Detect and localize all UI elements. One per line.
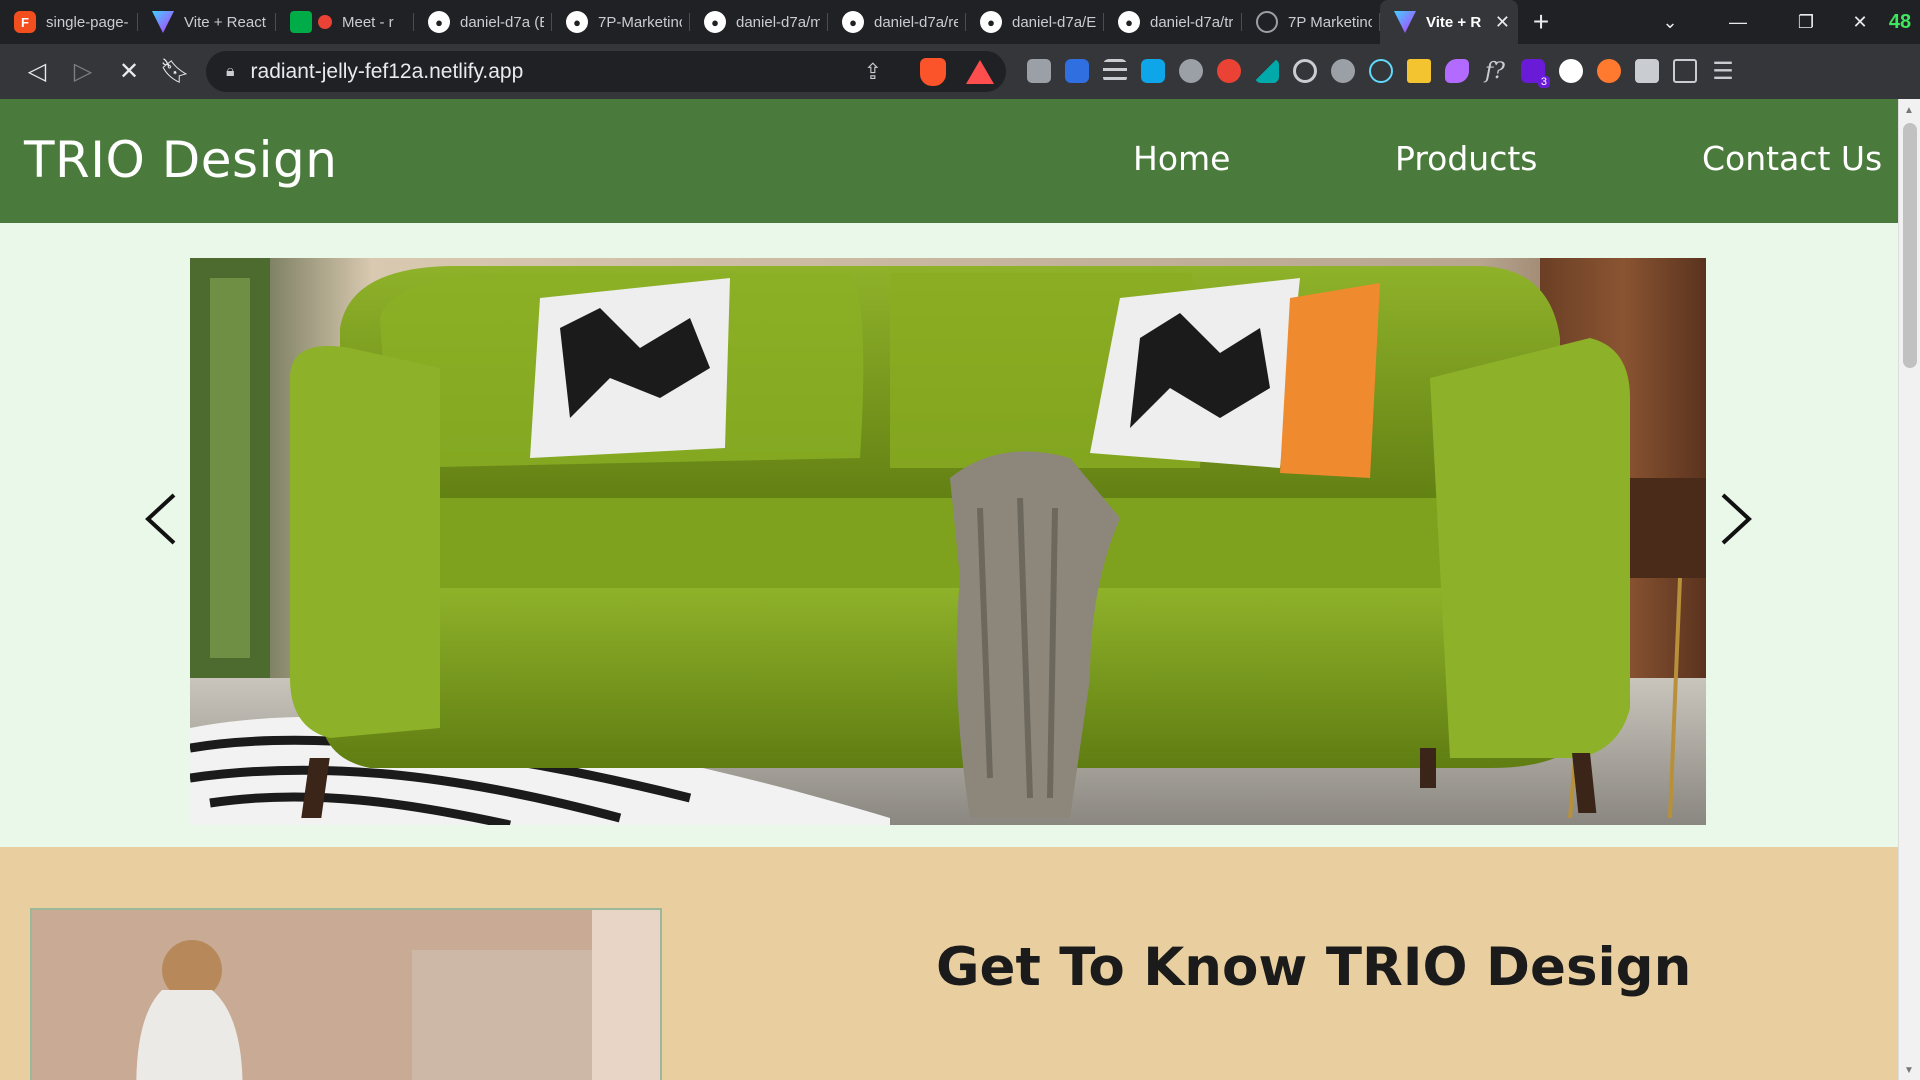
hero-carousel (0, 223, 1898, 847)
tab-title: 7P-Marketinc (598, 13, 682, 31)
eyedropper-icon[interactable] (1248, 52, 1286, 90)
tab-marketing[interactable]: 7P Marketinc (1242, 0, 1380, 44)
tab-title: Meet - r (342, 13, 394, 31)
nav-products[interactable]: Products (1395, 139, 1538, 178)
tab-title: Vite + React (184, 13, 266, 31)
sidebar-icon[interactable] (1666, 52, 1704, 90)
page-viewport: TRIO Design Home Products Contact Us Get… (0, 99, 1898, 1080)
extensions-bar: f? 3 ☰ (1020, 52, 1742, 90)
address-bar[interactable]: 🔒︎ radiant-jelly-fef12a.netlify.app ⇪ (206, 51, 1006, 92)
scroll-up-icon[interactable]: ▲ (1904, 105, 1914, 116)
puzzle-icon[interactable] (1628, 52, 1666, 90)
netlify-icon (1256, 11, 1278, 33)
badge-extension-icon[interactable]: 3 (1514, 52, 1552, 90)
tab-github-5[interactable]: ● daniel-d7a/E (966, 0, 1104, 44)
scrollbar-thumb[interactable] (1903, 123, 1917, 368)
tab-strip: F single-page- Vite + React Meet - r ● d… (0, 0, 1920, 44)
window-controls: ⌄ — ❐ ✕ 48 (1636, 0, 1920, 44)
tab-title: daniel-d7a/tr (1150, 13, 1234, 31)
forward-icon[interactable]: ▷ (60, 52, 106, 92)
close-window-icon[interactable]: ✕ (1840, 12, 1880, 33)
github-icon: ● (566, 11, 588, 33)
carousel-slide-sofa-image (190, 258, 1706, 825)
orange-circle-icon[interactable] (1590, 52, 1628, 90)
about-section: Get To Know TRIO Design (0, 847, 1898, 1080)
nav-contact-us[interactable]: Contact Us (1702, 139, 1882, 178)
tab-title: daniel-d7a/m (736, 13, 820, 31)
brave-rewards-icon[interactable] (966, 59, 994, 84)
github-icon: ● (1118, 11, 1140, 33)
tab-title: 7P Marketinc (1288, 13, 1372, 31)
tab-github-2[interactable]: ● 7P-Marketinc (552, 0, 690, 44)
tab-search-icon[interactable]: ⌄ (1636, 12, 1704, 33)
tab-github-4[interactable]: ● daniel-d7a/re (828, 0, 966, 44)
tab-active-vite[interactable]: Vite + R ✕ (1380, 0, 1518, 44)
tab-title: daniel-d7a (E (460, 13, 544, 31)
about-heading: Get To Know TRIO Design (936, 937, 1692, 998)
figma-icon: F (14, 11, 36, 33)
share-icon[interactable]: ⇪ (864, 59, 882, 85)
globe-icon[interactable] (1324, 52, 1362, 90)
react-icon[interactable] (1362, 52, 1400, 90)
github-icon: ● (428, 11, 450, 33)
counter-badge: 48 (1888, 10, 1912, 33)
window-icon[interactable] (1134, 52, 1172, 90)
carousel-next-icon[interactable] (1709, 489, 1759, 549)
site-logo[interactable]: TRIO Design (24, 131, 337, 189)
tab-title: daniel-d7a/E (1012, 13, 1096, 31)
recording-icon (318, 15, 332, 29)
nav-home[interactable]: Home (1133, 139, 1230, 178)
scroll-down-icon[interactable]: ▼ (1904, 1065, 1914, 1076)
close-icon[interactable]: ✕ (1495, 12, 1510, 33)
target-icon[interactable] (1286, 52, 1324, 90)
back-icon[interactable]: ◁ (14, 52, 60, 92)
compass-icon[interactable] (1552, 52, 1590, 90)
tab-meet[interactable]: Meet - r (276, 0, 414, 44)
vite-icon (1394, 11, 1416, 33)
tab-title: daniel-d7a/re (874, 13, 958, 31)
extension-count-badge: 3 (1537, 76, 1550, 88)
minimize-icon[interactable]: — (1704, 12, 1772, 33)
tab-github-6[interactable]: ● daniel-d7a/tr (1104, 0, 1242, 44)
camera-icon[interactable] (1020, 52, 1058, 90)
tab-github-3[interactable]: ● daniel-d7a/m (690, 0, 828, 44)
github-icon: ● (704, 11, 726, 33)
page-scrollbar[interactable]: ▲ ▼ (1898, 99, 1920, 1080)
tab-single-page[interactable]: F single-page- (0, 0, 138, 44)
bookmark-icon[interactable]: 🔖︎ (152, 52, 198, 92)
brave-shields-icon[interactable] (920, 57, 946, 86)
github-icon: ● (980, 11, 1002, 33)
vite-icon (152, 11, 174, 33)
purple-shape-icon[interactable] (1438, 52, 1476, 90)
about-image (30, 908, 662, 1080)
tab-title: single-page- (46, 13, 129, 31)
stop-loading-icon[interactable]: ✕ (106, 52, 152, 92)
tab-github-1[interactable]: ● daniel-d7a (E (414, 0, 552, 44)
menu-icon[interactable]: ☰ (1704, 52, 1742, 90)
folder-icon[interactable] (1400, 52, 1438, 90)
play-icon[interactable] (1210, 52, 1248, 90)
meet-icon (290, 11, 312, 33)
carousel-prev-icon[interactable] (138, 489, 188, 549)
lock-icon[interactable]: 🔒︎ (226, 63, 235, 81)
lines-icon[interactable] (1096, 52, 1134, 90)
browser-window: F single-page- Vite + React Meet - r ● d… (0, 0, 1920, 1080)
browser-toolbar: ◁ ▷ ✕ 🔖︎ 🔒︎ radiant-jelly-fef12a.netlify… (0, 44, 1920, 99)
github-icon: ● (842, 11, 864, 33)
new-tab-button[interactable]: + (1518, 0, 1564, 44)
site-header: TRIO Design Home Products Contact Us (0, 99, 1898, 223)
url-text[interactable]: radiant-jelly-fef12a.netlify.app (251, 60, 524, 84)
restore-icon[interactable]: ❐ (1772, 12, 1840, 33)
tab-title: Vite + R (1426, 13, 1482, 31)
extension-n-icon[interactable] (1058, 52, 1096, 90)
tab-vite-react[interactable]: Vite + React (138, 0, 276, 44)
owl-icon[interactable] (1172, 52, 1210, 90)
function-icon[interactable]: f? (1476, 52, 1514, 90)
